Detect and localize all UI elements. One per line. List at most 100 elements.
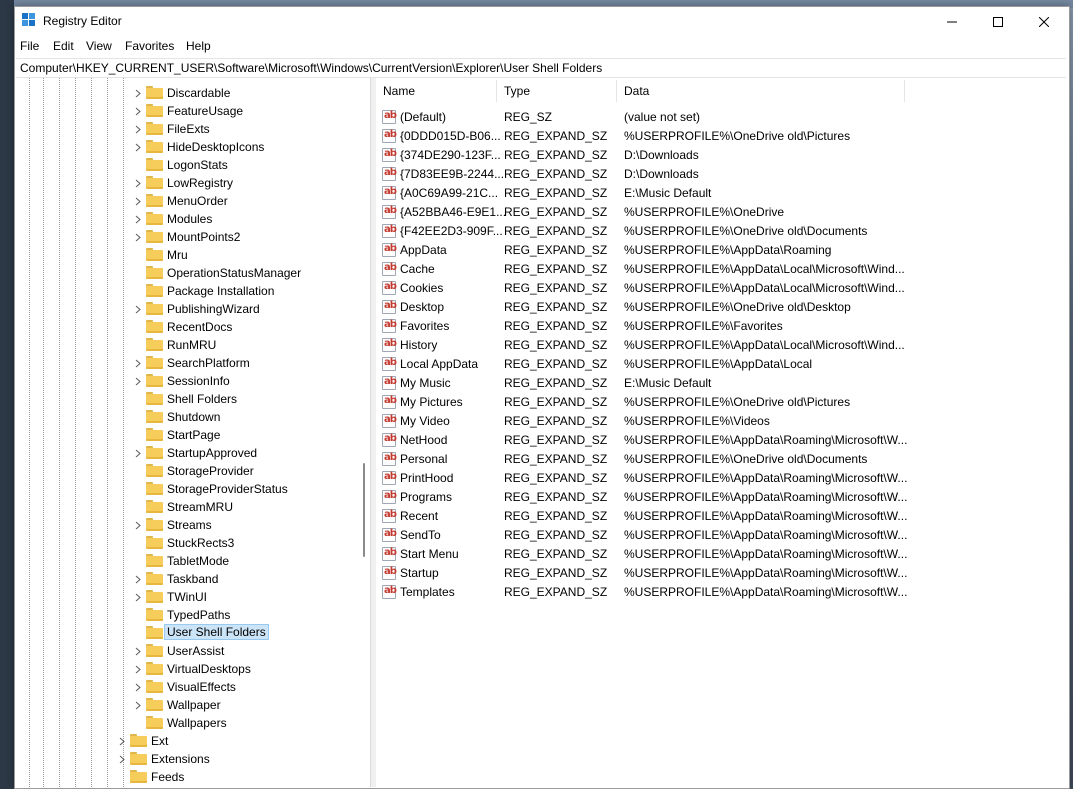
value-row[interactable]: ab (Default) REG_SZ (value not set)	[376, 108, 1068, 127]
tree-node[interactable]: StuckRects3	[15, 534, 359, 552]
value-row[interactable]: ab {374DE290-123F... REG_EXPAND_SZ D:\Downl…	[376, 146, 1068, 165]
tree-node-label[interactable]: LogonStats	[167, 158, 228, 172]
tree-node-label[interactable]: Discardable	[167, 86, 230, 100]
value-row[interactable]: ab AppData REG_EXPAND_SZ %USERPROFILE%\AppD…	[376, 241, 1068, 260]
column-header-name[interactable]: Name	[376, 80, 497, 102]
tree-node[interactable]: VirtualDesktops	[15, 660, 359, 678]
tree-node[interactable]: PublishingWizard	[15, 300, 359, 318]
chevron-right-icon[interactable]	[117, 750, 127, 768]
tree-node[interactable]: FeatureUsage	[15, 102, 359, 120]
chevron-right-icon[interactable]	[133, 570, 143, 588]
tree-node[interactable]: Shutdown	[15, 408, 359, 426]
tree-node-label[interactable]: VisualEffects	[167, 680, 236, 694]
menu-edit[interactable]: Edit	[53, 39, 74, 53]
value-row[interactable]: ab My Pictures REG_EXPAND_SZ %USERPROFILE%\…	[376, 393, 1068, 412]
tree-node-label[interactable]: RunMRU	[167, 338, 216, 352]
chevron-right-icon[interactable]	[133, 102, 143, 120]
chevron-right-icon[interactable]	[133, 372, 143, 390]
menu-help[interactable]: Help	[186, 39, 211, 53]
chevron-right-icon[interactable]	[133, 588, 143, 606]
column-header-type[interactable]: Type	[497, 80, 617, 102]
tree-node-label[interactable]: SessionInfo	[167, 374, 230, 388]
address-bar[interactable]: Computer\HKEY_CURRENT_USER\Software\Micr…	[16, 58, 1066, 78]
close-button[interactable]	[1021, 7, 1067, 37]
tree-node[interactable]: Feeds	[15, 768, 359, 786]
value-row[interactable]: ab SendTo REG_EXPAND_SZ %USERPROFILE%\AppDa…	[376, 526, 1068, 545]
tree-node[interactable]: StartPage	[15, 426, 359, 444]
value-row[interactable]: ab Cookies REG_EXPAND_SZ %USERPROFILE%\AppD…	[376, 279, 1068, 298]
value-row[interactable]: ab {7D83EE9B-2244... REG_EXPAND_SZ D:\Downl…	[376, 165, 1068, 184]
value-row[interactable]: ab Start Menu REG_EXPAND_SZ %USERPROFILE%\A…	[376, 545, 1068, 564]
value-row[interactable]: ab Local AppData REG_EXPAND_SZ %USERPROFILE…	[376, 355, 1068, 374]
tree-node[interactable]: OperationStatusManager	[15, 264, 359, 282]
value-list[interactable]: Name Type Data ab (Default) REG_SZ (value not…	[376, 78, 1068, 787]
chevron-right-icon[interactable]	[117, 732, 127, 750]
tree-node[interactable]: TWinUI	[15, 588, 359, 606]
tree-node-label[interactable]: StreamMRU	[167, 500, 233, 514]
value-row[interactable]: ab History REG_EXPAND_SZ %USERPROFILE%\AppD…	[376, 336, 1068, 355]
tree-node-label[interactable]: VirtualDesktops	[167, 662, 251, 676]
column-header-data[interactable]: Data	[617, 80, 905, 102]
menu-file[interactable]: File	[20, 39, 39, 53]
value-row[interactable]: ab {A52BBA46-E9E1... REG_EXPAND_SZ %USERPRO…	[376, 203, 1068, 222]
chevron-right-icon[interactable]	[133, 678, 143, 696]
tree-node-label[interactable]: StuckRects3	[167, 536, 234, 550]
value-row[interactable]: ab {A0C69A99-21C... REG_EXPAND_SZ E:\Music …	[376, 184, 1068, 203]
tree-node-label[interactable]: Ext	[151, 734, 168, 748]
tree-node-label[interactable]: LowRegistry	[167, 176, 233, 190]
value-row[interactable]: ab Recent REG_EXPAND_SZ %USERPROFILE%\AppDa…	[376, 507, 1068, 526]
tree-node[interactable]: Extensions	[15, 750, 359, 768]
tree-node[interactable]: SearchPlatform	[15, 354, 359, 372]
tree-node-label[interactable]: PublishingWizard	[167, 302, 260, 316]
tree-node-label[interactable]: OperationStatusManager	[167, 266, 301, 280]
chevron-right-icon[interactable]	[133, 660, 143, 678]
value-row[interactable]: ab My Video REG_EXPAND_SZ %USERPROFILE%\Vid…	[376, 412, 1068, 431]
tree-node-label[interactable]: MenuOrder	[167, 194, 228, 208]
maximize-button[interactable]	[975, 7, 1021, 37]
tree-node-label[interactable]: HideDesktopIcons	[167, 140, 264, 154]
tree-node[interactable]: VisualEffects	[15, 678, 359, 696]
chevron-right-icon[interactable]	[133, 84, 143, 102]
value-row[interactable]: ab Programs REG_EXPAND_SZ %USERPROFILE%\App…	[376, 488, 1068, 507]
tree-node[interactable]: TypedPaths	[15, 606, 359, 624]
value-row[interactable]: ab Cache REG_EXPAND_SZ %USERPROFILE%\AppDat…	[376, 260, 1068, 279]
chevron-right-icon[interactable]	[133, 138, 143, 156]
tree-node[interactable]: StartupApproved	[15, 444, 359, 462]
tree-node-label[interactable]: TWinUI	[167, 590, 207, 604]
chevron-right-icon[interactable]	[133, 354, 143, 372]
tree-node-label[interactable]: Streams	[167, 518, 212, 532]
tree-node[interactable]: RecentDocs	[15, 318, 359, 336]
tree-node-label[interactable]: Shell Folders	[167, 392, 237, 406]
tree-node[interactable]: Mru	[15, 246, 359, 264]
tree-node-label[interactable]: Wallpaper	[167, 698, 221, 712]
tree-node-label[interactable]: StartPage	[167, 428, 220, 442]
tree-node[interactable]: MenuOrder	[15, 192, 359, 210]
tree-node[interactable]: MountPoints2	[15, 228, 359, 246]
tree-node[interactable]: FileExts	[15, 120, 359, 138]
value-row[interactable]: ab {0DDD015D-B06... REG_EXPAND_SZ %USERPROF…	[376, 127, 1068, 146]
tree-node-label[interactable]: MountPoints2	[167, 230, 240, 244]
tree-node[interactable]: StreamMRU	[15, 498, 359, 516]
tree-node[interactable]: Taskband	[15, 570, 359, 588]
title-bar[interactable]: Registry Editor	[15, 7, 1069, 37]
tree-scrollbar[interactable]	[359, 78, 369, 787]
address-path[interactable]: Computer\HKEY_CURRENT_USER\Software\Micr…	[20, 61, 602, 75]
tree-node-label[interactable]: Package Installation	[167, 284, 274, 298]
chevron-right-icon[interactable]	[133, 210, 143, 228]
tree-node-label[interactable]: TabletMode	[167, 554, 229, 568]
menu-favorites[interactable]: Favorites	[125, 39, 174, 53]
tree-node[interactable]: Discardable	[15, 84, 359, 102]
tree-node[interactable]: Wallpaper	[15, 696, 359, 714]
tree-node-label[interactable]: Taskband	[167, 572, 218, 586]
chevron-right-icon[interactable]	[133, 696, 143, 714]
chevron-right-icon[interactable]	[133, 444, 143, 462]
tree-node-label[interactable]: Mru	[167, 248, 188, 262]
tree-node[interactable]: Wallpapers	[15, 714, 359, 732]
value-row[interactable]: ab {F42EE2D3-909F... REG_EXPAND_SZ %USERPRO…	[376, 222, 1068, 241]
chevron-right-icon[interactable]	[133, 228, 143, 246]
tree-node-label[interactable]: Shutdown	[167, 410, 220, 424]
value-row[interactable]: ab My Music REG_EXPAND_SZ E:\Music Default	[376, 374, 1068, 393]
value-row[interactable]: ab Desktop REG_EXPAND_SZ %USERPROFILE%\OneD…	[376, 298, 1068, 317]
tree-node-label[interactable]: StorageProvider	[167, 464, 254, 478]
menu-view[interactable]: View	[86, 39, 112, 53]
